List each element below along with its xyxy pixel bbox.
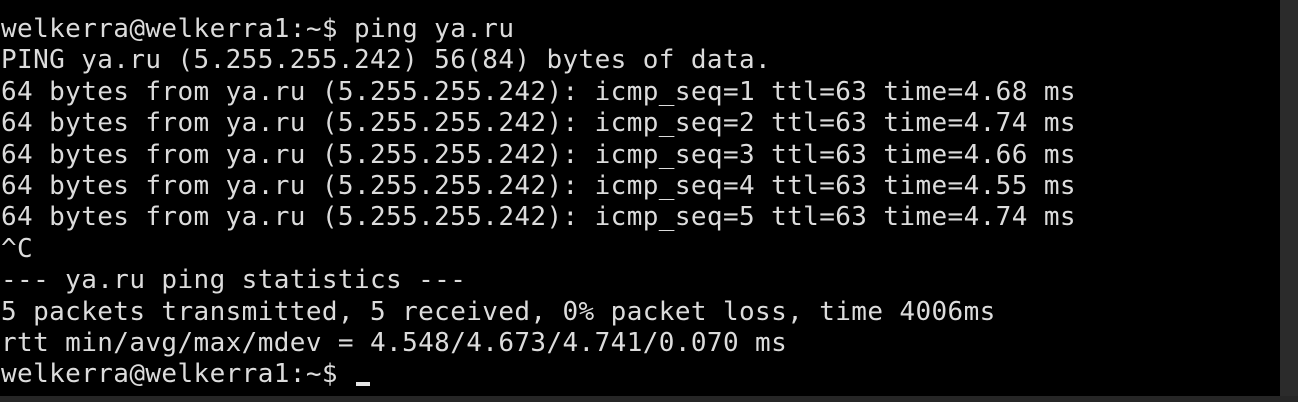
ping-reply-line: 64 bytes from ya.ru (5.255.255.242): icm… <box>1 170 1076 201</box>
ping-reply-line: 64 bytes from ya.ru (5.255.255.242): icm… <box>1 202 1076 233</box>
terminal-window[interactable]: welkerra@welkerra1:~$ ping ya.ru PING ya… <box>0 0 1280 396</box>
ping-header-line: PING ya.ru (5.255.255.242) 56(84) bytes … <box>1 45 772 76</box>
ping-reply-line: 64 bytes from ya.ru (5.255.255.242): icm… <box>1 139 1076 170</box>
shell-prompt: welkerra@welkerra1:~$ <box>1 359 354 390</box>
text-cursor <box>355 382 370 387</box>
rtt-summary-line: rtt min/avg/max/mdev = 4.548/4.673/4.741… <box>1 327 788 358</box>
statistics-header-line: --- ya.ru ping statistics --- <box>1 265 467 296</box>
command-line: welkerra@welkerra1:~$ ping ya.ru <box>1 14 515 44</box>
prompt-line[interactable]: welkerra@welkerra1:~$ <box>1 359 1076 390</box>
ping-reply-line: 64 bytes from ya.ru (5.255.255.242): icm… <box>1 76 1076 107</box>
ping-reply-line: 64 bytes from ya.ru (5.255.255.242): icm… <box>1 108 1076 139</box>
interrupt-line: ^C <box>1 233 34 264</box>
packet-summary-line: 5 packets transmitted, 5 received, 0% pa… <box>1 296 996 327</box>
window-edge-bottom <box>0 396 1298 402</box>
terminal-screen: welkerra@welkerra1:~$ ping ya.ru PING ya… <box>1 14 1076 391</box>
window-edge-right <box>1280 0 1298 402</box>
